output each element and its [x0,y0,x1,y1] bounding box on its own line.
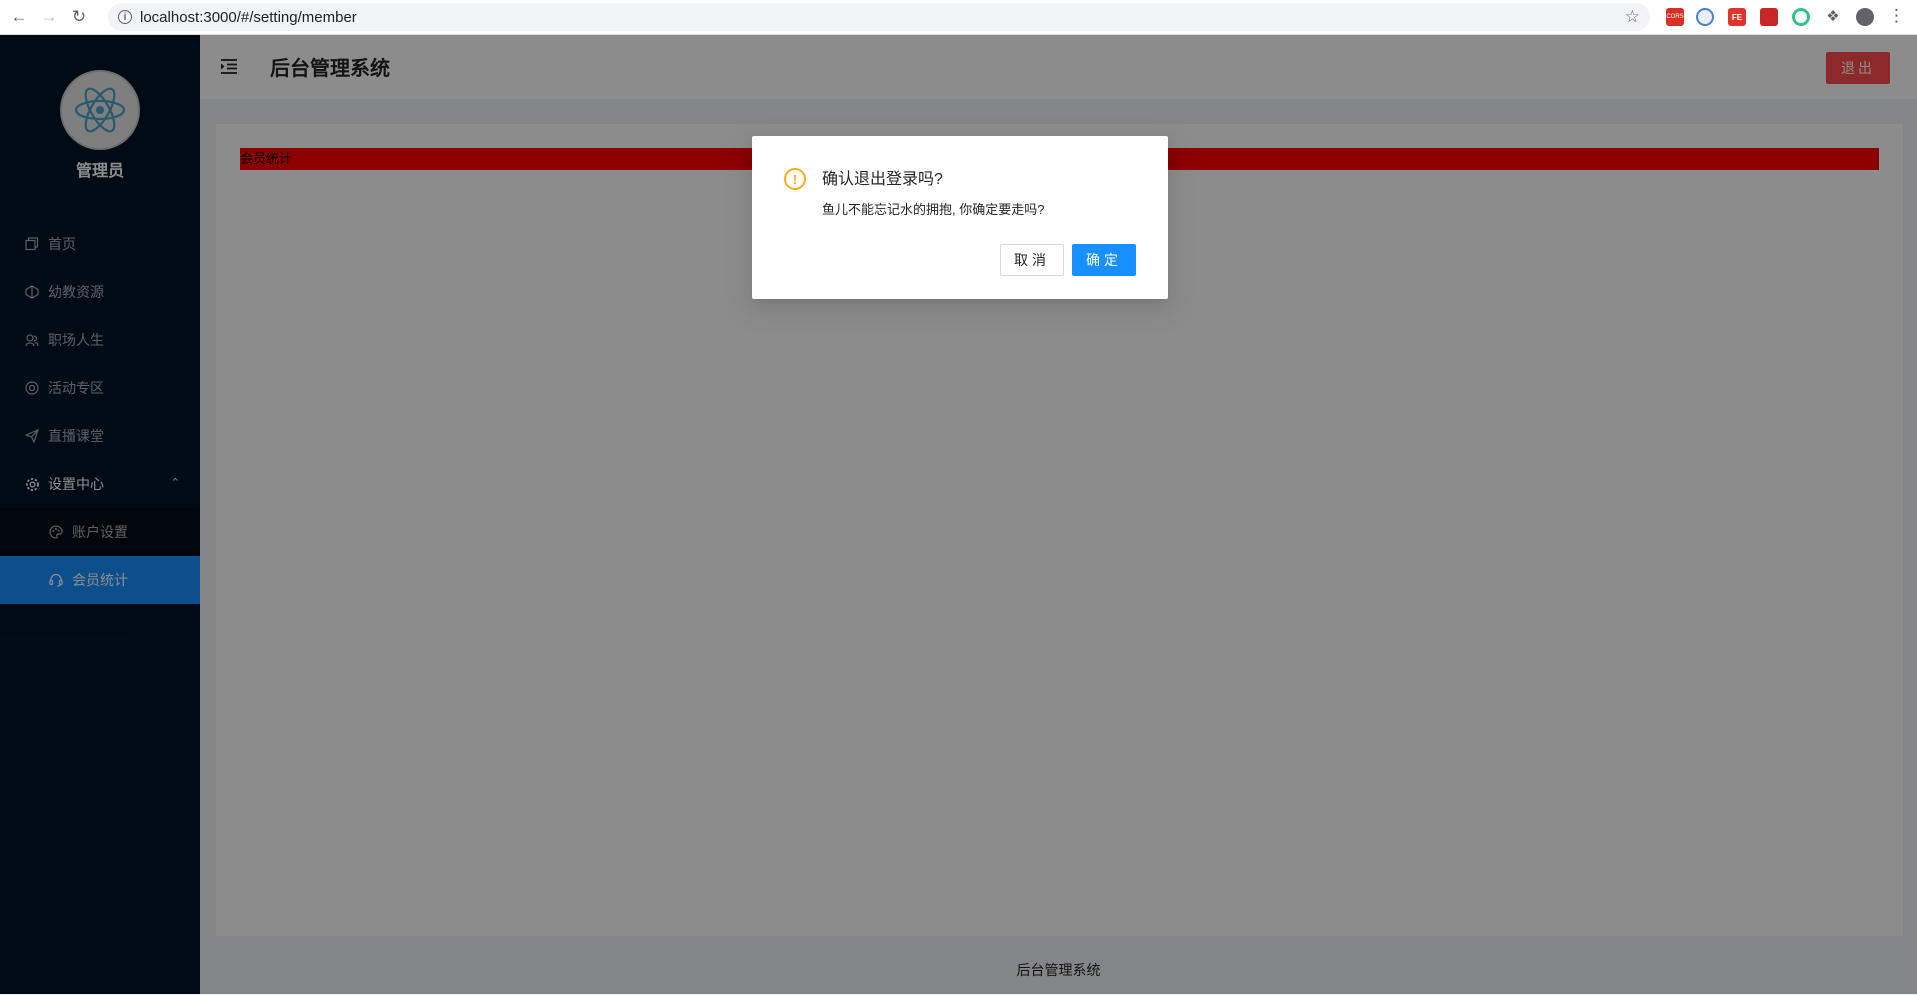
puzzle-extensions-icon[interactable]: ❖ [1824,8,1842,26]
logout-confirm-modal: ! 确认退出登录吗? 鱼儿不能忘记水的拥抱, 你确定要走吗? 取消 确定 [752,136,1168,299]
bookmark-star-icon[interactable]: ☆ [1625,7,1640,27]
back-arrow-icon[interactable]: ← [8,6,30,28]
url-text[interactable]: localhost:3000/#/setting/member [140,9,357,26]
address-bar[interactable]: i localhost:3000/#/setting/member ☆ [108,3,1650,31]
modal-title: 确认退出登录吗? [822,171,943,188]
red-extension-icon[interactable] [1760,8,1778,26]
blue-extension-icon[interactable] [1696,8,1714,26]
forward-arrow-icon[interactable]: → [38,6,60,28]
reload-icon[interactable]: ↻ [68,6,90,28]
profile-avatar-icon[interactable] [1856,8,1874,26]
browser-toolbar: ← → ↻ i localhost:3000/#/setting/member … [0,0,1917,35]
fe-extension-icon[interactable]: FE [1728,8,1746,26]
cors-extension-icon[interactable]: CORS [1666,8,1684,26]
modal-content: 鱼儿不能忘记水的拥抱, 你确定要走吗? [822,202,1045,217]
exclamation-circle-icon: ! [784,168,806,190]
green-extension-icon[interactable] [1792,8,1810,26]
browser-menu-icon[interactable]: ⋮ [1888,7,1905,25]
confirm-button[interactable]: 确定 [1072,244,1136,276]
info-icon[interactable]: i [118,10,132,24]
cancel-button[interactable]: 取消 [1000,244,1064,276]
